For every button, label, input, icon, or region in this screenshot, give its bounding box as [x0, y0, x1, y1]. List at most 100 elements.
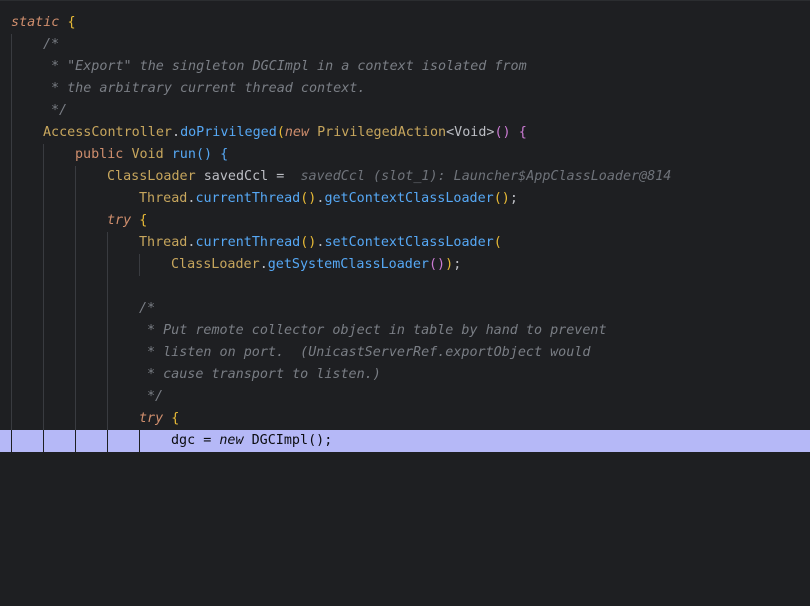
keyword-new: new	[284, 125, 310, 140]
comment-text: */	[147, 389, 164, 404]
indent-guide	[11, 78, 12, 100]
indent-guide	[107, 232, 108, 254]
indent-guide	[75, 430, 76, 452]
method-run: run	[171, 147, 196, 162]
code-line-run[interactable]: public Void run() {	[0, 144, 810, 166]
indent-guide	[11, 430, 12, 452]
indent-guide	[75, 298, 76, 320]
indent-guide	[11, 56, 12, 78]
code-line-get-context-classloader[interactable]: Thread.currentThread().getContextClassLo…	[0, 188, 810, 210]
indent-guide	[43, 320, 44, 342]
type-void: Void	[131, 147, 164, 162]
indent-guide	[11, 254, 12, 276]
indent-guide	[107, 254, 108, 276]
class-access-controller: AccessController	[43, 125, 172, 140]
method-current-thread: currentThread	[195, 191, 301, 206]
indent-guide	[11, 364, 12, 386]
code-line-comment-end[interactable]: */	[0, 100, 810, 122]
code-line-try[interactable]: try {	[0, 408, 810, 430]
code-line-comment[interactable]: * listen on port. (UnicastServerRef.expo…	[0, 342, 810, 364]
code-line-get-system-classloader[interactable]: ClassLoader.getSystemClassLoader());	[0, 254, 810, 276]
comment-text: */	[51, 103, 68, 118]
code-line-comment-end[interactable]: */	[0, 386, 810, 408]
indent-guide	[11, 210, 12, 232]
code-line-comment-start[interactable]: /*	[0, 298, 810, 320]
indent-guide	[75, 364, 76, 386]
indent-guide	[11, 298, 12, 320]
method-get-system-classloader: getSystemClassLoader	[267, 257, 429, 272]
indent-guide	[43, 210, 44, 232]
brace-open: {	[67, 15, 76, 30]
indent-guide	[11, 144, 12, 166]
indent-guide	[75, 210, 76, 232]
indent-guide	[11, 232, 12, 254]
indent-guide	[11, 408, 12, 430]
indent-guide	[107, 364, 108, 386]
indent-guide	[75, 254, 76, 276]
indent-guide	[11, 320, 12, 342]
method-set-context-classloader: setContextClassLoader	[324, 235, 494, 250]
indent-guide	[75, 232, 76, 254]
code-line-blank[interactable]	[0, 276, 810, 298]
comment-text: * "Export" the singleton DGCImpl in a co…	[51, 59, 527, 74]
indent-guide	[11, 166, 12, 188]
comment-text: /*	[139, 301, 156, 316]
variable-assignment: dgc =	[171, 433, 220, 448]
indent-guide	[43, 276, 44, 298]
indent-guide	[11, 100, 12, 122]
indent-guide	[11, 276, 12, 298]
type-classloader: ClassLoader	[107, 169, 196, 184]
code-line-static[interactable]: static {	[0, 12, 810, 34]
code-line-comment[interactable]: * "Export" the singleton DGCImpl in a co…	[0, 56, 810, 78]
indent-guide	[43, 232, 44, 254]
indent-guide	[75, 276, 76, 298]
indent-guide	[75, 166, 76, 188]
indent-guide	[43, 188, 44, 210]
keyword-try: try	[107, 213, 132, 228]
indent-guide	[11, 34, 12, 56]
variable-assignment: savedCcl =	[203, 169, 285, 184]
code-line-comment[interactable]: * Put remote collector object in table b…	[0, 320, 810, 342]
indent-guide	[107, 386, 108, 408]
indent-guide	[43, 342, 44, 364]
comment-text: * listen on port. (UnicastServerRef.expo…	[147, 345, 591, 360]
keyword-static: static	[11, 15, 60, 30]
indent-guide	[11, 386, 12, 408]
method-current-thread: currentThread	[195, 235, 301, 250]
code-editor[interactable]: static { /* * "Export" the singleton DGC…	[0, 0, 810, 454]
indent-guide	[75, 188, 76, 210]
comment-text: * cause transport to listen.)	[147, 367, 381, 382]
keyword-new: new	[219, 433, 244, 448]
method-do-privileged: doPrivileged	[180, 125, 277, 140]
indent-guide	[11, 342, 12, 364]
indent-guide	[107, 408, 108, 430]
class-dgcimpl: DGCImpl	[251, 433, 309, 448]
indent-guide	[43, 166, 44, 188]
code-line-saved-ccl[interactable]: ClassLoader savedCcl = savedCcl (slot_1)…	[0, 166, 810, 188]
indent-guide	[75, 386, 76, 408]
class-thread: Thread	[139, 191, 188, 206]
indent-guide	[107, 320, 108, 342]
indent-guide	[107, 430, 108, 452]
debugger-inline-value-hint: savedCcl (slot_1): Launcher$AppClassLoad…	[300, 169, 672, 184]
indent-guide	[11, 188, 12, 210]
class-privileged-action: PrivilegedAction	[317, 125, 447, 140]
code-line-do-privileged[interactable]: AccessController.doPrivileged(new Privil…	[0, 122, 810, 144]
code-line-comment-start[interactable]: /*	[0, 34, 810, 56]
indent-guide	[43, 386, 44, 408]
code-line-try[interactable]: try {	[0, 210, 810, 232]
indent-guide	[107, 276, 108, 298]
class-thread: Thread	[139, 235, 188, 250]
indent-guide	[11, 122, 12, 144]
indent-guide	[43, 364, 44, 386]
method-get-context-classloader: getContextClassLoader	[324, 191, 494, 206]
code-line-comment[interactable]: * cause transport to listen.)	[0, 364, 810, 386]
comment-text: /*	[43, 37, 60, 52]
code-line-set-context-classloader[interactable]: Thread.currentThread().setContextClassLo…	[0, 232, 810, 254]
code-line-comment[interactable]: * the arbitrary current thread context.	[0, 78, 810, 100]
indent-guide	[75, 408, 76, 430]
comment-text: * Put remote collector object in table b…	[147, 323, 607, 338]
current-execution-line[interactable]: dgc = new DGCImpl();	[0, 430, 810, 452]
indent-guide	[139, 254, 140, 276]
indent-guide	[107, 298, 108, 320]
